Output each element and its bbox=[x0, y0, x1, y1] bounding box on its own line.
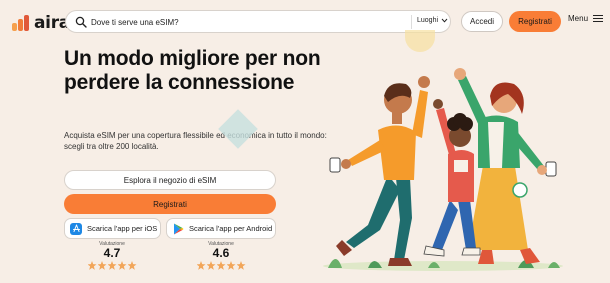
star-icon bbox=[87, 261, 97, 270]
android-rating: Valutazione 4.6 bbox=[191, 241, 251, 270]
star-icon bbox=[216, 261, 226, 270]
hero-title: Un modo migliore per non perdere la conn… bbox=[64, 47, 321, 94]
menu-label: Menu bbox=[568, 14, 589, 23]
android-rating-value: 4.6 bbox=[212, 246, 230, 260]
app-store-icon bbox=[70, 222, 82, 235]
search-divider bbox=[411, 15, 412, 29]
menu-button[interactable]: Menu bbox=[568, 14, 604, 23]
star-icon bbox=[107, 261, 117, 270]
star-icon bbox=[97, 261, 107, 270]
star-icon bbox=[127, 261, 137, 270]
sun-decoration bbox=[405, 30, 435, 52]
ios-rating-value: 4.7 bbox=[103, 246, 121, 260]
star-icon bbox=[226, 261, 236, 270]
hero-subtitle: Acquista eSIM per una copertura flessibi… bbox=[64, 131, 327, 151]
google-play-icon bbox=[172, 223, 184, 235]
android-rating-stars bbox=[191, 261, 251, 270]
star-icon bbox=[206, 261, 216, 270]
search-icon bbox=[75, 16, 87, 28]
search-input[interactable] bbox=[91, 14, 411, 30]
star-icon bbox=[236, 261, 246, 270]
chevron-down-icon bbox=[441, 18, 448, 23]
download-ios-button[interactable]: Scarica l'app per iOS bbox=[64, 218, 161, 239]
ios-rating: Valutazione 4.7 bbox=[82, 241, 142, 270]
star-icon bbox=[117, 261, 127, 270]
login-button[interactable]: Accedi bbox=[461, 11, 503, 32]
download-android-button[interactable]: Scarica l'app per Android bbox=[166, 218, 276, 239]
destination-search[interactable]: Luoghi bbox=[65, 10, 451, 33]
explore-store-button[interactable]: Esplora il negozio di eSIM bbox=[64, 170, 276, 190]
download-android-label: Scarica l'app per Android bbox=[189, 224, 273, 233]
search-scope-label: Luoghi bbox=[417, 17, 439, 24]
register-button-header[interactable]: Registrati bbox=[509, 11, 561, 32]
logo-mark-icon bbox=[12, 15, 30, 31]
register-button[interactable]: Registrati bbox=[64, 194, 276, 214]
top-navigation: airalo Luoghi Accedi Registrati Menu bbox=[0, 0, 610, 42]
star-icon bbox=[196, 261, 206, 270]
ios-rating-stars bbox=[82, 261, 142, 270]
search-scope-select[interactable]: Luoghi bbox=[417, 17, 448, 24]
download-ios-label: Scarica l'app per iOS bbox=[87, 224, 158, 233]
hamburger-icon bbox=[593, 14, 604, 23]
people-high-five-illustration bbox=[323, 68, 563, 271]
